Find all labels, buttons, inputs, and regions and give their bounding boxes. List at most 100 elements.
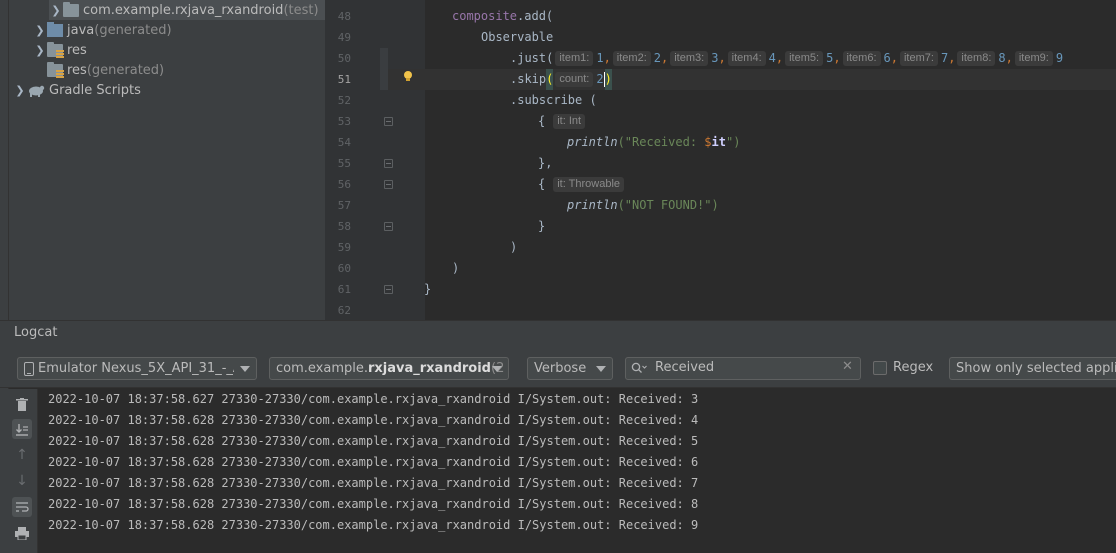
- package-prefix: com.example.: [276, 361, 368, 376]
- code-number: 8: [998, 51, 1006, 65]
- chevron-right-icon[interactable]: ❯: [49, 4, 63, 17]
- code-string: ("Received:: [617, 135, 705, 149]
- arrow-up-icon[interactable]: ↑: [12, 445, 32, 465]
- code-line-52: .subscribe (: [510, 93, 597, 107]
- code-line-49: Observable: [481, 30, 554, 44]
- print-icon[interactable]: [12, 523, 32, 543]
- code-comma: ,: [775, 51, 784, 65]
- scroll-to-end-icon[interactable]: [12, 419, 32, 439]
- tree-item-gradle-scripts[interactable]: ❯ Gradle Scripts: [13, 80, 141, 100]
- search-icon[interactable]: [631, 362, 647, 374]
- code-number: 1: [596, 51, 604, 65]
- arrow-down-icon[interactable]: ↓: [12, 471, 32, 491]
- code-comma: ,: [890, 51, 898, 65]
- param-hint: item8:: [957, 51, 996, 66]
- log-line: 2022-10-07 18:37:58.628 27330-27330/com.…: [48, 497, 699, 511]
- param-hint: item6:: [842, 51, 881, 66]
- package-name: rxjava_rxandroid: [367, 361, 491, 376]
- log-line: 2022-10-07 18:37:58.628 27330-27330/com.…: [48, 476, 699, 490]
- code-number: 4: [768, 51, 776, 65]
- logcat-header: [0, 320, 1116, 346]
- soft-wrap-icon[interactable]: [12, 497, 32, 517]
- param-hint: count:: [555, 72, 594, 87]
- code-string: ("NOT FOUND!"): [617, 198, 719, 212]
- param-hint: item1:: [555, 51, 594, 66]
- changed-lines-marker: [380, 48, 388, 90]
- chevron-right-icon[interactable]: ❯: [33, 44, 47, 57]
- chevron-down-icon: [492, 366, 502, 372]
- tree-item-suffix: (generated): [94, 22, 172, 38]
- tree-item-res-generated[interactable]: res (generated): [47, 60, 164, 80]
- code-line-59: ): [510, 240, 518, 254]
- device-dropdown[interactable]: Emulator Nexus_5X_API_31_-_A: [17, 357, 257, 380]
- open-paren-highlight: (: [546, 69, 554, 90]
- regex-checkbox[interactable]: [873, 361, 887, 375]
- param-hint: item9:: [1014, 51, 1053, 66]
- chevron-right-icon[interactable]: ❯: [33, 24, 47, 37]
- fold-marker[interactable]: [384, 117, 393, 126]
- code-line-58: }: [538, 219, 546, 233]
- code-line-54: println ("Received: $ it "): [567, 132, 740, 153]
- code-number: 3: [711, 51, 719, 65]
- code-line-55: },: [538, 156, 553, 170]
- just-arguments: item1: 1, item2: 2, item3: 3, item4: 4, item5: 5,…: [553, 48, 1063, 69]
- tree-item-res[interactable]: ❯ res: [33, 40, 87, 60]
- code-token: println: [567, 198, 618, 212]
- current-line-highlight: [380, 69, 1116, 90]
- log-line: 2022-10-07 18:37:58.628 27330-27330/com.…: [48, 455, 699, 469]
- package-dropdown[interactable]: com.example. rxjava_rxandroid (2: [269, 357, 509, 380]
- line-number: 61: [337, 283, 351, 296]
- type-hint: it: Int: [553, 114, 586, 129]
- param-hint: item5:: [785, 51, 824, 66]
- fold-marker[interactable]: [384, 222, 393, 231]
- code-number: 5: [826, 51, 834, 65]
- filter-dropdown[interactable]: Show only selected applica: [949, 357, 1116, 380]
- trash-icon[interactable]: [12, 394, 32, 414]
- res-folder-icon: [47, 41, 64, 58]
- close-paren-highlight: ): [604, 69, 612, 90]
- tree-item-test-package[interactable]: ❯ com.example.rxjava_rxandroid (test): [49, 0, 325, 20]
- tree-item-java-generated[interactable]: ❯ java (generated): [33, 20, 172, 40]
- code-comma: ,: [1005, 51, 1013, 65]
- code-token: .just(: [510, 51, 554, 65]
- code-token: it: [711, 135, 726, 149]
- code-token: {: [538, 177, 546, 191]
- line-number: 60: [337, 262, 351, 275]
- chevron-down-icon: [240, 366, 250, 372]
- fold-marker[interactable]: [384, 180, 393, 189]
- fold-marker[interactable]: [384, 159, 393, 168]
- fold-marker[interactable]: [384, 285, 393, 294]
- logcat-title: Logcat: [14, 325, 58, 340]
- line-number: 55: [337, 157, 351, 170]
- code-number: 2: [653, 51, 661, 65]
- code-token: .skip: [510, 72, 547, 86]
- tree-item-label: com.example.rxjava_rxandroid: [83, 2, 284, 18]
- tree-item-label: res: [67, 62, 87, 78]
- project-tree: ❯ com.example.rxjava_rxandroid (test) ❯ …: [9, 0, 325, 320]
- param-hint: item4:: [727, 51, 766, 66]
- code-number: 6: [883, 51, 891, 65]
- tree-item-suffix: (generated): [86, 62, 165, 78]
- tree-item-label: Gradle Scripts: [49, 82, 141, 98]
- tree-item-suffix: (test): [283, 2, 319, 18]
- search-query: Received: [655, 360, 715, 375]
- type-hint: it: Throwable: [553, 177, 625, 192]
- code-line-60: ): [452, 261, 460, 275]
- close-icon[interactable]: ✕: [842, 359, 853, 374]
- logcat-side-toolbar: ↑ ↓: [0, 389, 38, 553]
- code-comma: ,: [833, 51, 841, 65]
- log-line: 2022-10-07 18:37:58.628 27330-27330/com.…: [48, 413, 699, 427]
- line-number-current: 51: [337, 73, 351, 86]
- param-hint: item2:: [612, 51, 651, 66]
- line-number: 49: [337, 31, 351, 44]
- log-level-dropdown[interactable]: Verbose: [527, 357, 613, 380]
- lightbulb-icon[interactable]: [402, 70, 414, 82]
- code-token: {: [538, 114, 546, 128]
- code-line-48: composite .add(: [452, 6, 553, 27]
- log-level-label: Verbose: [534, 361, 587, 376]
- chevron-right-icon[interactable]: ❯: [13, 84, 27, 97]
- code-comma: ,: [661, 51, 669, 65]
- code-comma: ,: [718, 51, 726, 65]
- line-number: 59: [337, 241, 351, 254]
- code-line-50: .just( item1: 1, item2: 2, item3: 3, item4: 4, i…: [510, 48, 1063, 69]
